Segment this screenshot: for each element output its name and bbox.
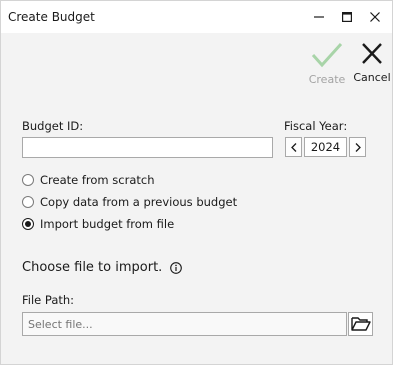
create-budget-window: Create Budget Create Cancel Budget ID: F…	[0, 0, 393, 365]
maximize-icon	[342, 12, 352, 22]
maximize-button[interactable]	[333, 1, 361, 33]
radio-button-selected[interactable]	[22, 218, 34, 230]
fiscal-year-label: Fiscal Year:	[284, 119, 348, 133]
fiscal-year-increment-button[interactable]	[349, 137, 366, 157]
budget-id-input[interactable]	[22, 137, 273, 158]
radio-copy-previous-budget[interactable]: Copy data from a previous budget	[22, 194, 237, 210]
browse-file-button[interactable]	[348, 312, 373, 336]
file-path-label: File Path:	[22, 293, 75, 307]
radio-button[interactable]	[22, 196, 34, 208]
chevron-right-icon	[355, 142, 361, 152]
close-x-icon	[362, 43, 382, 64]
import-section-heading: Choose file to import.	[22, 260, 183, 275]
radio-import-from-file[interactable]: Import budget from file	[22, 216, 174, 232]
minimize-icon	[314, 16, 324, 18]
cancel-button[interactable]: Cancel	[349, 41, 393, 93]
budget-id-label: Budget ID:	[22, 119, 84, 133]
cancel-button-label: Cancel	[353, 71, 391, 84]
info-icon[interactable]	[170, 261, 183, 274]
chevron-left-icon	[290, 142, 296, 152]
create-button-label: Create	[308, 73, 346, 86]
radio-button[interactable]	[22, 174, 34, 186]
close-icon	[370, 12, 380, 22]
import-heading-text: Choose file to import.	[22, 260, 163, 275]
create-button[interactable]: Create	[304, 41, 350, 93]
radio-create-from-scratch[interactable]: Create from scratch	[22, 172, 155, 188]
close-window-button[interactable]	[361, 1, 389, 33]
file-path-input[interactable]	[22, 312, 347, 336]
folder-open-icon	[350, 317, 371, 331]
radio-label: Create from scratch	[40, 173, 155, 187]
radio-label: Copy data from a previous budget	[40, 195, 238, 209]
fiscal-year-decrement-button[interactable]	[285, 137, 302, 157]
checkmark-icon	[311, 42, 343, 68]
minimize-button[interactable]	[305, 1, 333, 33]
title-bar: Create Budget	[1, 1, 392, 33]
radio-label: Import budget from file	[40, 217, 175, 231]
window-title: Create Budget	[8, 10, 95, 24]
fiscal-year-value[interactable]: 2024	[304, 137, 347, 157]
